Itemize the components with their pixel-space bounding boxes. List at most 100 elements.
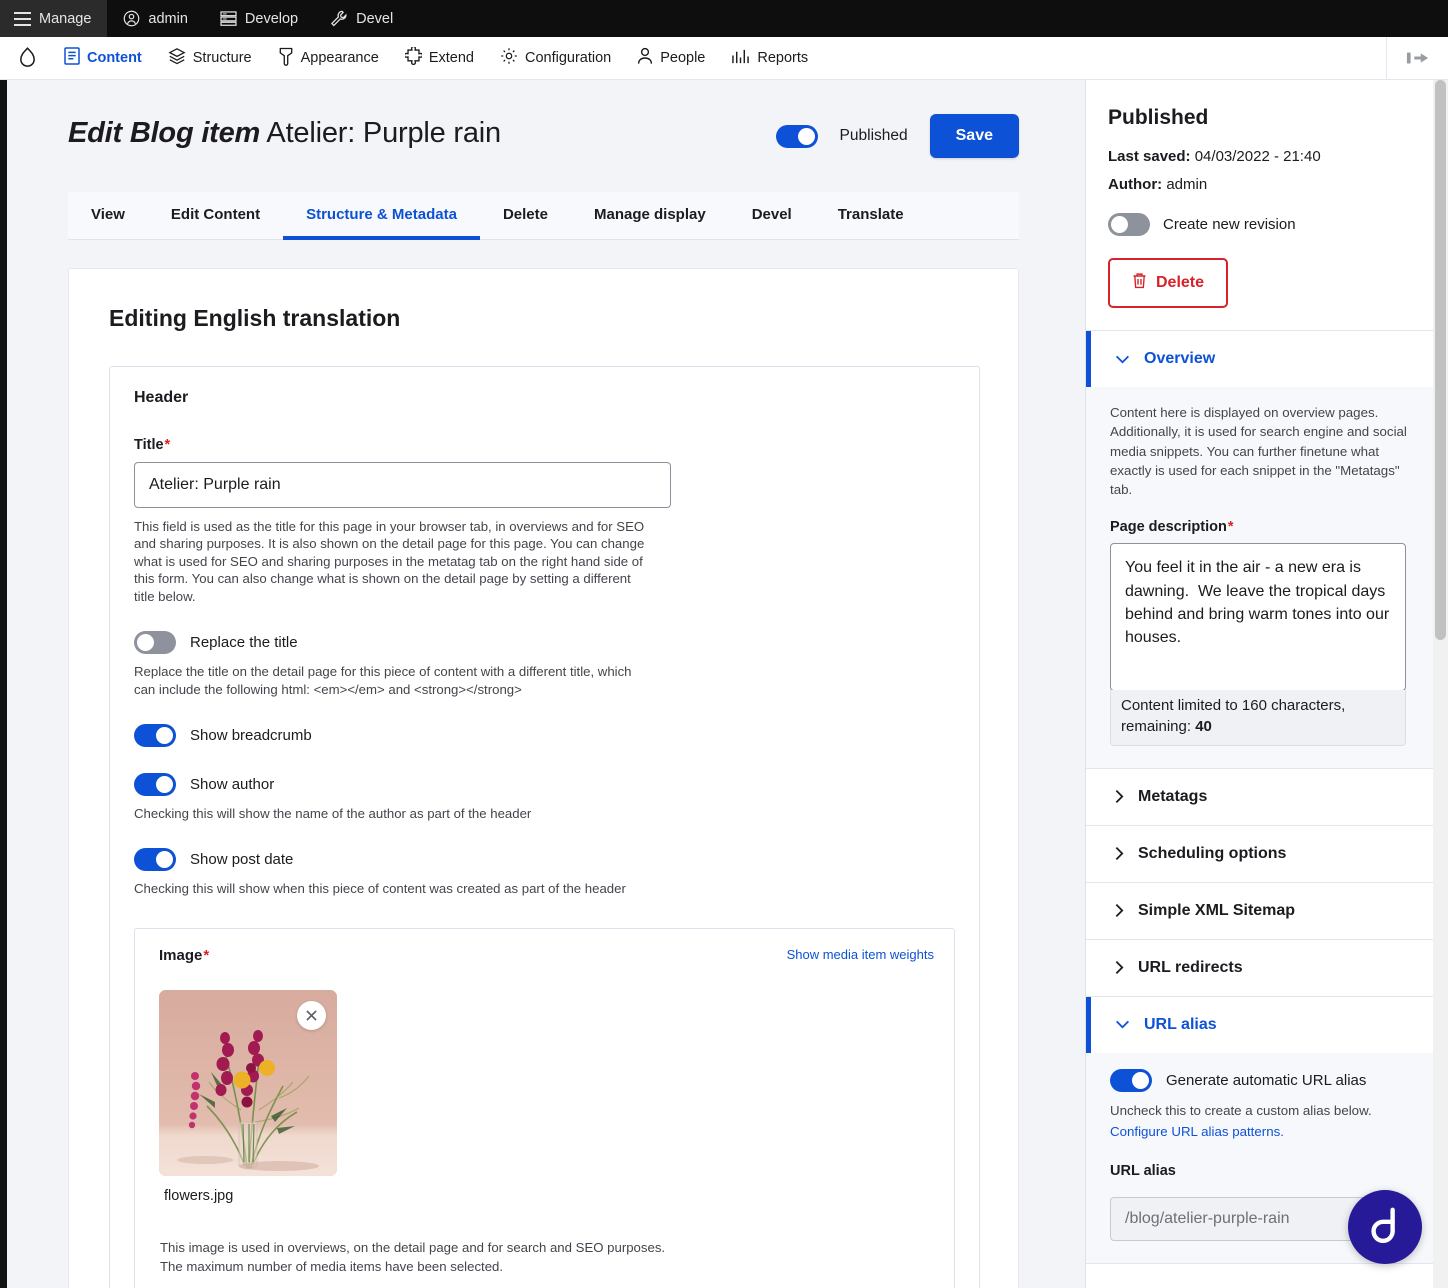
edit-form-card: Editing English translation Header Title… xyxy=(68,268,1019,1288)
accordion-header-metatags[interactable]: Metatags xyxy=(1086,768,1433,825)
meta-sidebar: Published Last saved: 04/03/2022 - 21:40… xyxy=(1085,80,1433,1288)
page-scrollbar[interactable] xyxy=(1433,80,1448,1288)
tab-devel[interactable]: Devel xyxy=(729,192,815,240)
accordion-header-overview[interactable]: Overview xyxy=(1086,331,1433,387)
devel-floating-button[interactable] xyxy=(1348,1190,1422,1264)
menu-item-label: Appearance xyxy=(300,49,379,66)
menu-item-structure[interactable]: Structure xyxy=(155,37,265,80)
accordion-header-scheduling-options[interactable]: Scheduling options xyxy=(1086,825,1433,882)
accordion-header-simple-xml-sitemap[interactable]: Simple XML Sitemap xyxy=(1086,882,1433,939)
create-new-revision-toggle[interactable] xyxy=(1108,213,1150,236)
generate-automatic-url-alias-label: Generate automatic URL alias xyxy=(1166,1071,1367,1089)
chevron-down-icon xyxy=(1115,1020,1130,1029)
chevron-right-icon xyxy=(1115,789,1124,804)
show-post-date-toggle[interactable] xyxy=(134,848,176,872)
save-button[interactable]: Save xyxy=(929,114,1019,158)
gear-icon xyxy=(500,47,518,69)
title-field-help: This field is used as the title for this… xyxy=(134,519,645,604)
chevron-right-icon xyxy=(1115,903,1124,918)
media-file-name: flowers.jpg xyxy=(164,1187,234,1204)
required-marker: * xyxy=(164,437,171,453)
hamburger-icon xyxy=(14,11,31,26)
generate-automatic-url-alias-toggle[interactable] xyxy=(1110,1068,1152,1092)
image-field-help: This image is used in overviews, on the … xyxy=(159,1238,934,1276)
last-saved-value: 04/03/2022 - 21:40 xyxy=(1194,148,1321,165)
configure-url-alias-patterns-link[interactable]: Configure URL alias patterns. xyxy=(1110,1124,1284,1139)
accordion-body-overview: Content here is displayed on overview pa… xyxy=(1086,387,1433,768)
toolbar-left-rail xyxy=(0,37,7,1288)
tab-delete[interactable]: Delete xyxy=(480,192,571,240)
accordion-metatags: Metatags xyxy=(1086,768,1433,826)
chevron-right-icon xyxy=(1115,960,1124,975)
image-media-widget: Image* Show media item weights flowers.j… xyxy=(134,927,955,1288)
create-revision-toggle-row: Create new revision xyxy=(1108,213,1409,236)
accordion-title: URL redirects xyxy=(1138,958,1243,976)
url-alias-help: Uncheck this to create a custom alias be… xyxy=(1110,1102,1372,1118)
person-icon xyxy=(637,47,653,69)
required-marker: * xyxy=(203,946,210,964)
admin-toolbar-label: admin xyxy=(148,10,188,27)
collapse-sidebar-icon[interactable] xyxy=(1386,36,1448,80)
show-author-toggle[interactable] xyxy=(134,772,176,796)
show-media-item-weights-link[interactable]: Show media item weights xyxy=(787,947,934,962)
admin-toolbar-item-devel[interactable]: Devel xyxy=(314,0,409,37)
page-header: Edit Blog item Atelier: Purple rain Publ… xyxy=(0,80,1085,158)
delete-button[interactable]: Delete xyxy=(1108,258,1229,308)
menu-item-appearance[interactable]: Appearance xyxy=(265,37,392,80)
admin-toolbar-item-admin[interactable]: admin xyxy=(107,0,204,37)
show-post-date-help: Checking this will show when this piece … xyxy=(134,881,626,897)
media-item: flowers.jpg xyxy=(159,989,337,1204)
replace-title-toggle-row: Replace the title xyxy=(134,631,955,655)
show-author-help: Checking this will show the name of the … xyxy=(134,805,532,821)
accordion-header-url-redirects[interactable]: URL redirects xyxy=(1086,939,1433,996)
menu-item-reports[interactable]: Reports xyxy=(718,37,821,80)
page-title-value: Atelier: Purple rain xyxy=(266,117,501,149)
show-breadcrumb-toggle[interactable] xyxy=(134,723,176,747)
fieldset-legend: Header xyxy=(134,389,189,406)
menu-item-extend[interactable]: Extend xyxy=(392,37,487,80)
tab-view[interactable]: View xyxy=(68,192,148,240)
drupal-drop-icon[interactable] xyxy=(0,46,51,71)
sidebar-status-block: Published Last saved: 04/03/2022 - 21:40… xyxy=(1086,80,1433,331)
replace-title-toggle[interactable] xyxy=(134,631,176,655)
accordion-scheduling-options: Scheduling options xyxy=(1086,825,1433,883)
page-description-textarea[interactable]: You feel it in the air - a new era is da… xyxy=(1110,543,1406,692)
wrench-icon xyxy=(330,10,348,27)
image-widget-header: Image* Show media item weights xyxy=(159,947,934,964)
title-label-text: Title xyxy=(134,437,164,453)
published-toggle-label: Published xyxy=(839,127,908,144)
scrollbar-thumb[interactable] xyxy=(1435,80,1446,640)
page-title: Edit Blog item Atelier: Purple rain xyxy=(68,108,776,151)
close-icon xyxy=(306,1010,317,1021)
paint-brush-icon xyxy=(278,47,294,70)
title-field-wrapper: Title* This field is used as the title f… xyxy=(134,437,955,605)
author-label: Author: xyxy=(1108,176,1163,193)
node-tabs: View Edit Content Structure & Metadata D… xyxy=(68,192,1019,240)
title-input[interactable] xyxy=(134,462,671,508)
counter-value: 40 xyxy=(1195,717,1212,735)
page-description-label-text: Page description xyxy=(1110,519,1227,536)
menu-item-people[interactable]: People xyxy=(624,37,718,80)
admin-menu-bar: Content Structure Appearance Extend Conf… xyxy=(0,36,1448,80)
tab-structure-metadata[interactable]: Structure & Metadata xyxy=(283,192,480,240)
tab-manage-display[interactable]: Manage display xyxy=(571,192,729,240)
trash-icon xyxy=(1132,272,1147,294)
show-author-toggle-row: Show author xyxy=(134,772,955,796)
tab-translate[interactable]: Translate xyxy=(815,192,927,240)
admin-toolbar-item-develop[interactable]: Develop xyxy=(204,0,314,37)
menu-item-configuration[interactable]: Configuration xyxy=(487,37,624,80)
title-field-label: Title* xyxy=(134,437,955,453)
accordion-header-url-alias[interactable]: URL alias xyxy=(1086,996,1433,1053)
menu-item-label: Configuration xyxy=(524,49,612,66)
user-circle-icon xyxy=(123,10,140,27)
remove-media-button[interactable] xyxy=(297,1000,326,1030)
counter-prefix: Content limited to 160 characters, remai… xyxy=(1121,697,1346,735)
form-heading: Editing English translation xyxy=(109,305,401,331)
show-post-date-label: Show post date xyxy=(190,851,294,869)
document-icon xyxy=(64,47,80,69)
menu-item-content[interactable]: Content xyxy=(51,37,155,80)
admin-toolbar-item-manage[interactable]: Manage xyxy=(0,0,108,37)
tab-edit-content[interactable]: Edit Content xyxy=(148,192,283,240)
author-row: Author: admin xyxy=(1108,176,1409,193)
published-toggle[interactable] xyxy=(775,124,818,148)
